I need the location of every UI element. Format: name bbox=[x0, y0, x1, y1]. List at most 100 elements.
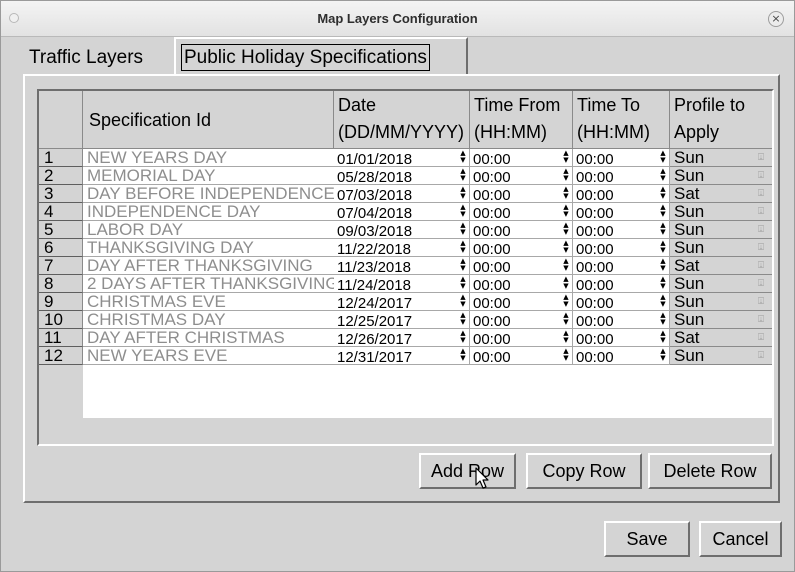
spinner-arrows-icon[interactable]: ▲ ▼ bbox=[458, 258, 468, 273]
spinner-arrows-icon[interactable]: ▲ ▼ bbox=[658, 150, 668, 165]
date-spinner[interactable]: 09/03/2018 ▲ ▼ bbox=[334, 221, 470, 239]
spinner-arrows-icon[interactable]: ▲ ▼ bbox=[458, 186, 468, 201]
profile-dropdown[interactable]: Sun ⍗ bbox=[670, 221, 772, 239]
time-to-spinner[interactable]: 00:00 ▲ ▼ bbox=[573, 293, 670, 311]
specification-id-cell[interactable]: MEMORIAL DAY bbox=[83, 167, 334, 185]
specification-id-cell[interactable]: DAY AFTER THANKSGIVING bbox=[83, 257, 334, 275]
delete-row-button[interactable]: Delete Row bbox=[648, 453, 772, 489]
profile-dropdown[interactable]: Sat ⍗ bbox=[670, 329, 772, 347]
time-from-spinner[interactable]: 00:00 ▲ ▼ bbox=[470, 257, 573, 275]
date-spinner[interactable]: 11/24/2018 ▲ ▼ bbox=[334, 275, 470, 293]
time-to-spinner[interactable]: 00:00 ▲ ▼ bbox=[573, 311, 670, 329]
profile-dropdown[interactable]: Sun ⍗ bbox=[670, 203, 772, 221]
row-number[interactable]: 11 bbox=[39, 329, 83, 347]
tab-public-holiday-specifications[interactable]: Public Holiday Specifications bbox=[174, 37, 468, 75]
time-to-spinner[interactable]: 00:00 ▲ ▼ bbox=[573, 257, 670, 275]
spinner-arrows-icon[interactable]: ▲ ▼ bbox=[561, 276, 571, 291]
spinner-arrows-icon[interactable]: ▲ ▼ bbox=[658, 258, 668, 273]
dropdown-arrow-icon[interactable]: ⍗ bbox=[758, 242, 766, 254]
row-number[interactable]: 4 bbox=[39, 203, 83, 221]
profile-dropdown[interactable]: Sun ⍗ bbox=[670, 311, 772, 329]
dropdown-arrow-icon[interactable]: ⍗ bbox=[758, 170, 766, 182]
spinner-arrows-icon[interactable]: ▲ ▼ bbox=[561, 186, 571, 201]
date-spinner[interactable]: 11/22/2018 ▲ ▼ bbox=[334, 239, 470, 257]
profile-dropdown[interactable]: Sun ⍗ bbox=[670, 149, 772, 167]
spinner-arrows-icon[interactable]: ▲ ▼ bbox=[658, 276, 668, 291]
spinner-arrows-icon[interactable]: ▲ ▼ bbox=[561, 312, 571, 327]
date-spinner[interactable]: 12/31/2017 ▲ ▼ bbox=[334, 347, 470, 365]
row-number[interactable]: 7 bbox=[39, 257, 83, 275]
header-specification-id[interactable]: Specification Id bbox=[83, 91, 334, 149]
specification-id-cell[interactable]: NEW YEARS DAY bbox=[83, 149, 334, 167]
time-to-spinner[interactable]: 00:00 ▲ ▼ bbox=[573, 221, 670, 239]
spinner-arrows-icon[interactable]: ▲ ▼ bbox=[658, 330, 668, 345]
dropdown-arrow-icon[interactable]: ⍗ bbox=[758, 152, 766, 164]
time-from-spinner[interactable]: 00:00 ▲ ▼ bbox=[470, 311, 573, 329]
spinner-arrows-icon[interactable]: ▲ ▼ bbox=[458, 294, 468, 309]
dropdown-arrow-icon[interactable]: ⍗ bbox=[758, 224, 766, 236]
row-number[interactable]: 9 bbox=[39, 293, 83, 311]
profile-dropdown[interactable]: Sat ⍗ bbox=[670, 185, 772, 203]
header-time-to[interactable]: Time To (HH:MM) bbox=[573, 91, 670, 149]
time-to-spinner[interactable]: 00:00 ▲ ▼ bbox=[573, 167, 670, 185]
spinner-arrows-icon[interactable]: ▲ ▼ bbox=[561, 168, 571, 183]
spinner-arrows-icon[interactable]: ▲ ▼ bbox=[458, 240, 468, 255]
row-number[interactable]: 3 bbox=[39, 185, 83, 203]
row-number[interactable]: 8 bbox=[39, 275, 83, 293]
time-from-spinner[interactable]: 00:00 ▲ ▼ bbox=[470, 275, 573, 293]
date-spinner[interactable]: 07/03/2018 ▲ ▼ bbox=[334, 185, 470, 203]
dropdown-arrow-icon[interactable]: ⍗ bbox=[758, 260, 766, 272]
header-profile-to-apply[interactable]: Profile to Apply bbox=[670, 91, 772, 149]
specification-id-cell[interactable]: THANKSGIVING DAY bbox=[83, 239, 334, 257]
time-to-spinner[interactable]: 00:00 ▲ ▼ bbox=[573, 347, 670, 365]
time-to-spinner[interactable]: 00:00 ▲ ▼ bbox=[573, 239, 670, 257]
time-from-spinner[interactable]: 00:00 ▲ ▼ bbox=[470, 167, 573, 185]
spinner-arrows-icon[interactable]: ▲ ▼ bbox=[458, 276, 468, 291]
date-spinner[interactable]: 05/28/2018 ▲ ▼ bbox=[334, 167, 470, 185]
spinner-arrows-icon[interactable]: ▲ ▼ bbox=[458, 204, 468, 219]
spinner-arrows-icon[interactable]: ▲ ▼ bbox=[561, 204, 571, 219]
profile-dropdown[interactable]: Sun ⍗ bbox=[670, 167, 772, 185]
spinner-arrows-icon[interactable]: ▲ ▼ bbox=[458, 348, 468, 363]
time-from-spinner[interactable]: 00:00 ▲ ▼ bbox=[470, 239, 573, 257]
spinner-arrows-icon[interactable]: ▲ ▼ bbox=[458, 168, 468, 183]
header-time-from[interactable]: Time From (HH:MM) bbox=[470, 91, 573, 149]
time-to-spinner[interactable]: 00:00 ▲ ▼ bbox=[573, 203, 670, 221]
date-spinner[interactable]: 01/01/2018 ▲ ▼ bbox=[334, 149, 470, 167]
spinner-arrows-icon[interactable]: ▲ ▼ bbox=[458, 312, 468, 327]
time-from-spinner[interactable]: 00:00 ▲ ▼ bbox=[470, 203, 573, 221]
row-number[interactable]: 2 bbox=[39, 167, 83, 185]
time-from-spinner[interactable]: 00:00 ▲ ▼ bbox=[470, 347, 573, 365]
copy-row-button[interactable]: Copy Row bbox=[526, 453, 642, 489]
time-from-spinner[interactable]: 00:00 ▲ ▼ bbox=[470, 185, 573, 203]
specification-id-cell[interactable]: LABOR DAY bbox=[83, 221, 334, 239]
date-spinner[interactable]: 12/26/2017 ▲ ▼ bbox=[334, 329, 470, 347]
dropdown-arrow-icon[interactable]: ⍗ bbox=[758, 350, 766, 362]
time-from-spinner[interactable]: 00:00 ▲ ▼ bbox=[470, 149, 573, 167]
row-number[interactable]: 6 bbox=[39, 239, 83, 257]
time-from-spinner[interactable]: 00:00 ▲ ▼ bbox=[470, 221, 573, 239]
close-button[interactable]: × bbox=[768, 11, 784, 27]
spinner-arrows-icon[interactable]: ▲ ▼ bbox=[658, 222, 668, 237]
spinner-arrows-icon[interactable]: ▲ ▼ bbox=[658, 204, 668, 219]
dropdown-arrow-icon[interactable]: ⍗ bbox=[758, 206, 766, 218]
time-to-spinner[interactable]: 00:00 ▲ ▼ bbox=[573, 185, 670, 203]
add-row-button[interactable]: Add Row bbox=[419, 453, 516, 489]
spinner-arrows-icon[interactable]: ▲ ▼ bbox=[561, 294, 571, 309]
spinner-arrows-icon[interactable]: ▲ ▼ bbox=[561, 222, 571, 237]
date-spinner[interactable]: 07/04/2018 ▲ ▼ bbox=[334, 203, 470, 221]
date-spinner[interactable]: 12/25/2017 ▲ ▼ bbox=[334, 311, 470, 329]
time-to-spinner[interactable]: 00:00 ▲ ▼ bbox=[573, 329, 670, 347]
spinner-arrows-icon[interactable]: ▲ ▼ bbox=[561, 330, 571, 345]
spinner-arrows-icon[interactable]: ▲ ▼ bbox=[658, 294, 668, 309]
spinner-arrows-icon[interactable]: ▲ ▼ bbox=[658, 348, 668, 363]
date-spinner[interactable]: 12/24/2017 ▲ ▼ bbox=[334, 293, 470, 311]
dropdown-arrow-icon[interactable]: ⍗ bbox=[758, 188, 766, 200]
spinner-arrows-icon[interactable]: ▲ ▼ bbox=[658, 240, 668, 255]
row-number[interactable]: 10 bbox=[39, 311, 83, 329]
date-spinner[interactable]: 11/23/2018 ▲ ▼ bbox=[334, 257, 470, 275]
cancel-button[interactable]: Cancel bbox=[699, 521, 782, 557]
profile-dropdown[interactable]: Sun ⍗ bbox=[670, 347, 772, 365]
spinner-arrows-icon[interactable]: ▲ ▼ bbox=[561, 348, 571, 363]
spinner-arrows-icon[interactable]: ▲ ▼ bbox=[458, 222, 468, 237]
